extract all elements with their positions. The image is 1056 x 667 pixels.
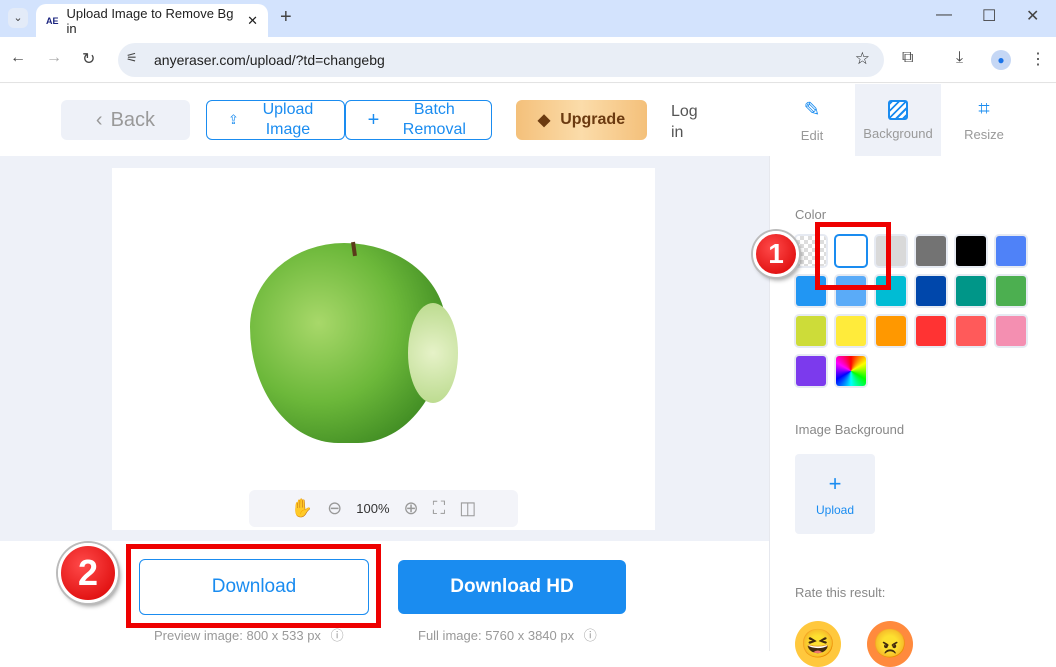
color-swatch[interactable] — [996, 276, 1026, 306]
tool-resize[interactable]: ⌗ Resize — [941, 84, 1027, 156]
full-info: Full image: 5760 x 3840 px ⓘ — [418, 628, 597, 643]
tab-list-chevron-icon[interactable]: ⌄ — [8, 8, 28, 28]
address-bar-row: ← → ↻ ⚟ anyeraser.com/upload/?td=changeb… — [0, 37, 1056, 83]
annotation-badge-1: 1 — [753, 231, 799, 277]
upload-image-button[interactable]: ⇪ Upload Image — [206, 100, 345, 140]
menu-dots-icon[interactable]: ⋮ — [1030, 49, 1046, 69]
color-swatch[interactable] — [956, 276, 986, 306]
login-link[interactable]: Log in — [671, 101, 711, 143]
annotation-badge-2: 2 — [58, 543, 118, 603]
back-arrow-icon[interactable]: ← — [10, 49, 26, 67]
upload-background-button[interactable]: + Upload — [795, 454, 875, 534]
tab-bar: ⌄ AE Upload Image to Remove Bg in ✕ + — … — [0, 0, 1056, 37]
plus-icon: + — [367, 109, 380, 131]
color-swatch[interactable] — [996, 236, 1026, 266]
downloads-icon[interactable]: ⤓ — [956, 49, 963, 67]
reload-icon[interactable]: ↻ — [82, 49, 95, 69]
download-area: Download Download HD Preview image: 800 … — [0, 541, 770, 651]
info-icon[interactable]: ⓘ — [331, 628, 344, 643]
tab-title: Upload Image to Remove Bg in — [66, 5, 234, 36]
bookmark-star-icon[interactable]: ☆ — [855, 49, 870, 69]
favicon: AE — [46, 15, 59, 26]
upload-icon: ⇪ — [228, 112, 239, 127]
background-panel: Color Image Background + Upload Rate this… — [769, 156, 1056, 667]
site-settings-icon[interactable]: ⚟ — [126, 50, 138, 66]
color-label: Color — [795, 207, 827, 222]
annotation-box-1 — [815, 222, 891, 290]
new-tab-icon[interactable]: + — [280, 6, 292, 29]
chevron-left-icon: ‹ — [95, 108, 103, 131]
color-swatch[interactable] — [836, 356, 866, 386]
forward-arrow-icon[interactable]: → — [46, 49, 62, 67]
compare-icon[interactable]: ◫ — [459, 498, 476, 519]
maximize-icon[interactable]: ☐ — [982, 6, 996, 26]
apple-bite — [408, 303, 458, 403]
zoom-in-icon[interactable]: ⊕ — [404, 498, 419, 519]
browser-tab[interactable]: AE Upload Image to Remove Bg in ✕ — [36, 4, 268, 37]
laughing-emoji-icon[interactable]: 😆 — [795, 621, 841, 667]
angry-emoji-icon[interactable]: 😠 — [867, 621, 913, 667]
profile-avatar[interactable]: ● — [991, 50, 1011, 70]
color-swatch[interactable] — [996, 316, 1026, 346]
image-canvas: ✋ ⊖ 100% ⊕ ⛶ ◫ — [112, 168, 655, 530]
color-swatch[interactable] — [876, 316, 906, 346]
tool-edit[interactable]: ✎ Edit — [769, 84, 855, 156]
upgrade-button[interactable]: ◆ Upgrade — [516, 100, 647, 140]
zoom-toolbar: ✋ ⊖ 100% ⊕ ⛶ ◫ — [249, 490, 518, 527]
diamond-icon: ◆ — [537, 112, 551, 129]
background-icon — [888, 99, 908, 120]
color-swatch[interactable] — [916, 236, 946, 266]
url-text: anyeraser.com/upload/?td=changebg — [154, 52, 385, 68]
zoom-out-icon[interactable]: ⊖ — [327, 498, 342, 519]
color-swatch[interactable] — [956, 316, 986, 346]
color-swatch[interactable] — [836, 316, 866, 346]
color-swatch[interactable] — [796, 316, 826, 346]
crop-icon: ⌗ — [978, 98, 990, 120]
url-input[interactable]: ⚟ anyeraser.com/upload/?td=changebg ☆ — [118, 43, 884, 77]
hand-pan-icon[interactable]: ✋ — [291, 498, 313, 519]
preview-area: ✋ ⊖ 100% ⊕ ⛶ ◫ — [0, 156, 770, 541]
minimize-icon[interactable]: — — [936, 6, 952, 24]
app-header: ‹ Back ⇪ Upload Image + Batch Removal ◆ Upgr… — [0, 84, 1056, 156]
edit-icon: ✎ — [803, 99, 821, 121]
zoom-level: 100% — [356, 501, 390, 516]
close-window-icon[interactable]: ✕ — [1026, 6, 1039, 26]
extensions-icon[interactable]: ⧉ — [902, 49, 913, 67]
back-button[interactable]: ‹ Back — [61, 100, 190, 140]
color-swatch[interactable] — [956, 236, 986, 266]
plus-icon: + — [828, 471, 842, 496]
close-tab-icon[interactable]: ✕ — [247, 13, 258, 29]
info-icon[interactable]: ⓘ — [584, 628, 597, 643]
color-swatch[interactable] — [916, 276, 946, 306]
image-background-label: Image Background — [795, 422, 905, 437]
color-swatch[interactable] — [916, 316, 946, 346]
tool-background[interactable]: Background — [855, 84, 941, 156]
color-swatch[interactable] — [796, 356, 826, 386]
fit-screen-icon[interactable]: ⛶ — [433, 498, 446, 519]
rate-label: Rate this result: — [795, 585, 886, 600]
annotation-box-2 — [126, 544, 381, 628]
batch-removal-button[interactable]: + Batch Removal — [345, 100, 492, 140]
download-hd-button[interactable]: Download HD — [398, 560, 626, 614]
